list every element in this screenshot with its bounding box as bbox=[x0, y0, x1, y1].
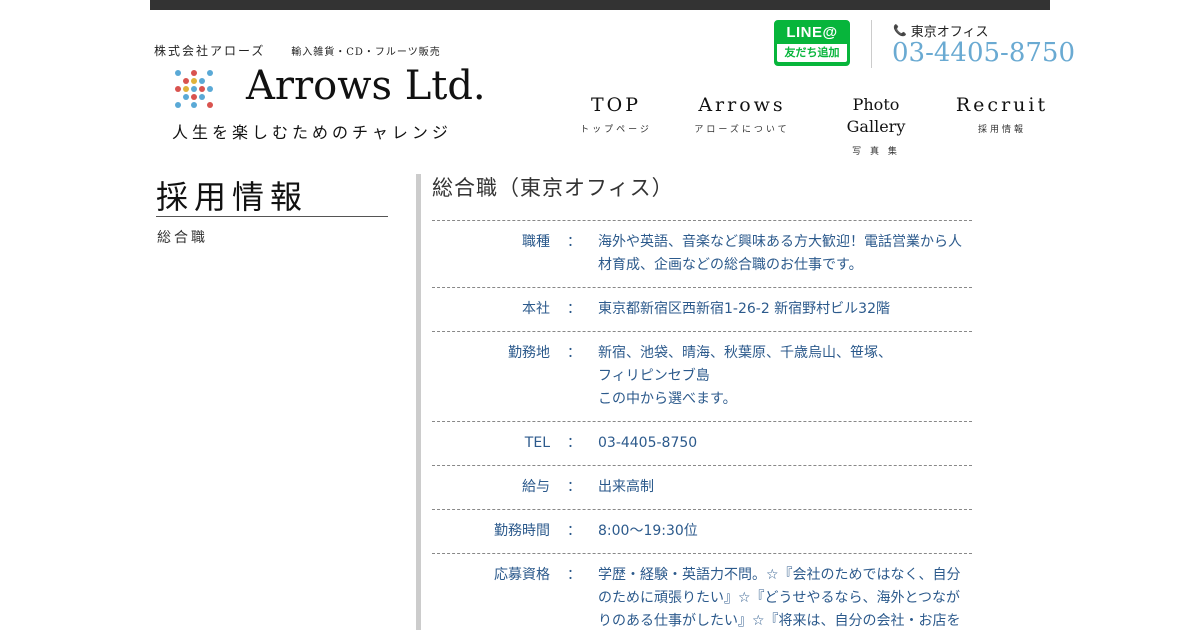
row-value-line: 8:00〜19:30位 bbox=[598, 523, 698, 539]
tagline: 人生を楽しむためのチャレンジ bbox=[172, 123, 452, 142]
logo-dot bbox=[207, 102, 213, 108]
row-separator: ： bbox=[567, 479, 581, 495]
row-separator: ： bbox=[567, 234, 581, 250]
job-details-table: 職種 ： 海外や英語、音楽など興味ある方大歓迎！電話営業から人 材育成、企画などの総合… bbox=[432, 220, 972, 630]
row-value-line: 出来高制 bbox=[598, 479, 654, 495]
logo-dot bbox=[175, 70, 181, 76]
table-row: 職種 ： 海外や英語、音楽など興味ある方大歓迎！電話営業から人 材育成、企画などの総合… bbox=[432, 221, 972, 288]
row-value: 03-4405-8750 bbox=[598, 432, 968, 455]
row-separator: ： bbox=[567, 523, 581, 539]
row-value-line: 03-4405-8750 bbox=[598, 435, 698, 451]
row-value: 学歴・経験・英語力不問。☆『会社のためではなく、自分 のために頑張りたい』☆『どう… bbox=[598, 564, 968, 630]
logo-dot bbox=[191, 70, 197, 76]
logo-dot bbox=[199, 86, 205, 92]
logo-dot bbox=[199, 78, 205, 84]
table-row: 勤務時間 ： 8:00〜19:30位 bbox=[432, 510, 972, 554]
row-value-line: のために頑張りたい』☆『どうせやるなら、海外とつなが bbox=[598, 590, 960, 606]
table-row: TEL ： 03-4405-8750 bbox=[432, 422, 972, 466]
row-value-line: 学歴・経験・英語力不問。☆『会社のためではなく、自分 bbox=[598, 567, 961, 583]
header-divider bbox=[871, 20, 872, 68]
row-value-line: 海外や英語、音楽など興味ある方大歓迎！電話営業から人 bbox=[598, 234, 962, 250]
logo-icon[interactable] bbox=[175, 70, 221, 114]
sidebar-divider bbox=[156, 216, 388, 217]
row-label: 職種 bbox=[522, 234, 550, 250]
row-value-line: 東京都新宿区西新宿1-26-2 新宿野村ビル32階 bbox=[598, 301, 890, 317]
logo-dot bbox=[191, 86, 197, 92]
row-label: TEL bbox=[524, 435, 550, 451]
row-value-line: 材育成、企画などの総合職のお仕事です。 bbox=[598, 257, 863, 273]
top-bar bbox=[150, 0, 1050, 10]
row-value-line: フィリピンセブ島 bbox=[598, 368, 710, 384]
row-value: 出来高制 bbox=[598, 476, 968, 499]
nav-photo-gallery[interactable]: Photo Gallery 写 真 集 bbox=[822, 94, 930, 157]
logo-dot bbox=[207, 86, 213, 92]
nav-recruit-label: Recruit bbox=[955, 94, 1049, 116]
nav-recruit-sub: 採用情報 bbox=[977, 125, 1026, 135]
table-row: 勤務地 ： 新宿、池袋、晴海、秋葉原、千歳烏山、笹塚、 フィリピンセブ島この中から選べ… bbox=[432, 332, 972, 422]
line-add-friend-button[interactable]: LINE@ 友だち追加 bbox=[774, 20, 850, 66]
logo-dot bbox=[191, 102, 197, 108]
nav-arrows-sub: アローズについて bbox=[694, 125, 790, 135]
row-value: 新宿、池袋、晴海、秋葉原、千歳烏山、笹塚、 フィリピンセブ島この中から選べます。 bbox=[598, 342, 968, 411]
logo-dot bbox=[183, 94, 189, 100]
phone-number-link[interactable]: 03-4405-8750 bbox=[892, 38, 1075, 68]
row-value: 東京都新宿区西新宿1-26-2 新宿野村ビル32階 bbox=[598, 298, 968, 321]
row-separator: ： bbox=[567, 567, 581, 583]
line-button-label: LINE@ bbox=[786, 24, 838, 41]
sidebar-title: 採用情報 bbox=[156, 178, 309, 216]
nav-photo-gallery-label: Photo Gallery bbox=[846, 95, 906, 136]
row-label: 応募資格 bbox=[494, 567, 550, 583]
logo-dot bbox=[175, 102, 181, 108]
row-value: 8:00〜19:30位 bbox=[598, 520, 968, 543]
row-value-line: 新宿、池袋、晴海、秋葉原、千歳烏山、笹塚、 bbox=[598, 345, 892, 361]
logo-dot bbox=[199, 94, 205, 100]
line-button-sublabel: 友だち追加 bbox=[777, 44, 847, 62]
logo-dot bbox=[191, 94, 197, 100]
table-row: 本社 ： 東京都新宿区西新宿1-26-2 新宿野村ビル32階 bbox=[432, 288, 972, 332]
company-name: 株式会社アローズ bbox=[154, 44, 266, 58]
nav-top-sub: トップページ bbox=[580, 125, 652, 135]
logo-dot bbox=[191, 78, 197, 84]
row-value: 海外や英語、音楽など興味ある方大歓迎！電話営業から人 材育成、企画などの総合職のお… bbox=[598, 231, 968, 277]
logo-dot bbox=[183, 78, 189, 84]
nav-arrows[interactable]: Arrows アローズについて bbox=[690, 94, 794, 135]
content-accent-bar bbox=[416, 174, 421, 630]
brand-name[interactable]: Arrows Ltd. bbox=[246, 66, 486, 106]
sidebar-item-general[interactable]: 総合職 bbox=[157, 227, 208, 247]
logo-dot bbox=[175, 86, 181, 92]
nav-photo-gallery-sub: 写 真 集 bbox=[852, 147, 900, 157]
nav-recruit[interactable]: Recruit 採用情報 bbox=[952, 94, 1052, 135]
company-line: 株式会社アローズ 輸入雑貨・CD・フルーツ販売 bbox=[154, 42, 441, 59]
logo-dot bbox=[183, 86, 189, 92]
nav-top[interactable]: TOP トップページ bbox=[578, 94, 654, 135]
row-label: 給与 bbox=[522, 479, 550, 495]
business-description: 輸入雑貨・CD・フルーツ販売 bbox=[291, 47, 441, 58]
nav-arrows-label: Arrows bbox=[698, 94, 786, 116]
row-label: 本社 bbox=[522, 301, 550, 317]
row-label: 勤務時間 bbox=[494, 523, 550, 539]
row-value-line: りのある仕事がしたい』☆『将来は、自分の会社・お店を bbox=[598, 613, 961, 629]
row-label: 勤務地 bbox=[508, 345, 550, 361]
row-separator: ： bbox=[567, 345, 581, 361]
row-separator: ： bbox=[567, 435, 581, 451]
table-row: 応募資格 ： 学歴・経験・英語力不問。☆『会社のためではなく、自分 のために頑張りたい… bbox=[432, 554, 972, 630]
row-value-line: この中から選べます。 bbox=[598, 391, 737, 407]
row-separator: ： bbox=[567, 301, 581, 317]
table-row: 給与 ： 出来高制 bbox=[432, 466, 972, 510]
page-title: 総合職（東京オフィス） bbox=[432, 176, 674, 200]
phone-icon: 📞 bbox=[893, 24, 907, 37]
logo-dot bbox=[207, 70, 213, 76]
nav-top-label: TOP bbox=[590, 94, 642, 116]
